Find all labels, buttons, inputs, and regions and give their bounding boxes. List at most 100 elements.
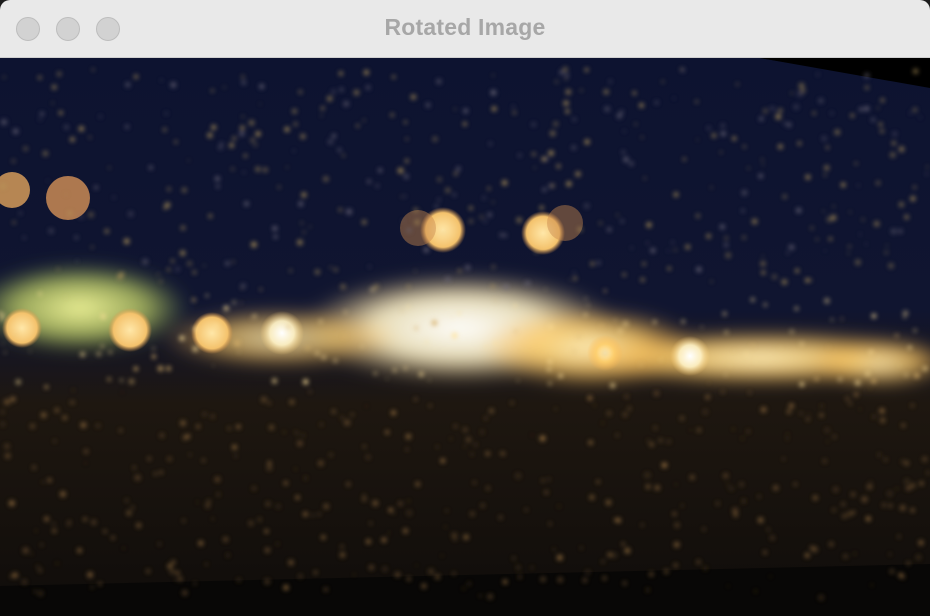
raindrop xyxy=(681,319,686,324)
raindrop xyxy=(888,263,894,269)
raindrop xyxy=(11,159,16,163)
raindrop xyxy=(125,125,129,129)
raindrop xyxy=(865,371,870,376)
raindrop xyxy=(22,547,29,554)
raindrop xyxy=(722,311,727,317)
raindrop xyxy=(603,289,607,293)
raindrop xyxy=(826,440,829,443)
raindrop xyxy=(671,241,674,244)
raindrop xyxy=(14,333,18,337)
raindrop xyxy=(205,563,208,566)
raindrop xyxy=(886,244,888,247)
raindrop xyxy=(170,259,175,263)
raindrop xyxy=(59,491,66,498)
raindrop xyxy=(83,449,89,454)
raindrop xyxy=(762,163,764,166)
raindrop xyxy=(602,576,607,581)
raindrop xyxy=(243,171,245,174)
raindrop xyxy=(518,575,522,579)
raindrop xyxy=(58,110,63,115)
raindrop xyxy=(818,98,824,104)
raindrop xyxy=(828,237,833,241)
raindrop xyxy=(401,219,405,222)
raindrop xyxy=(64,296,67,298)
raindrop xyxy=(794,306,799,311)
raindrop xyxy=(630,246,633,249)
raindrop xyxy=(798,82,805,89)
raindrop xyxy=(580,546,583,550)
raindrop xyxy=(809,279,813,282)
raindrop xyxy=(315,351,320,356)
raindrop xyxy=(604,106,610,112)
raindrop xyxy=(606,411,612,416)
raindrop xyxy=(198,540,204,546)
raindrop xyxy=(584,297,588,300)
raindrop xyxy=(610,382,616,389)
raindrop xyxy=(284,126,290,132)
raindrop xyxy=(654,100,659,105)
raindrop xyxy=(0,421,6,427)
raindrop xyxy=(794,483,797,486)
raindrop xyxy=(29,350,32,353)
raindrop xyxy=(250,317,253,320)
raindrop xyxy=(163,206,167,210)
raindrop xyxy=(338,71,344,76)
raindrop xyxy=(585,569,591,575)
raindrop xyxy=(410,94,417,100)
raindrop xyxy=(913,328,917,333)
raindrop xyxy=(808,412,811,415)
raindrop xyxy=(37,75,42,80)
raindrop xyxy=(855,259,861,266)
raindrop xyxy=(494,299,497,302)
raindrop xyxy=(878,355,880,358)
raindrop xyxy=(796,207,802,214)
raindrop xyxy=(639,103,644,108)
raindrop xyxy=(830,112,833,115)
raindrop xyxy=(401,309,404,312)
raindrop xyxy=(207,132,213,139)
raindrop xyxy=(41,480,45,484)
raindrop xyxy=(596,261,601,265)
raindrop xyxy=(489,408,494,414)
raindrop xyxy=(367,179,371,184)
raindrop xyxy=(705,394,710,400)
raindrop xyxy=(775,113,782,120)
raindrop xyxy=(773,485,779,491)
raindrop xyxy=(673,563,678,568)
raindrop xyxy=(584,68,589,72)
raindrop xyxy=(832,205,835,208)
raindrop xyxy=(809,546,814,550)
raindrop xyxy=(486,486,490,491)
raindrop xyxy=(365,85,371,90)
raindrop xyxy=(428,568,434,575)
raindrop xyxy=(771,274,777,280)
raindrop xyxy=(90,586,94,589)
title-bar[interactable]: Rotated Image xyxy=(0,0,930,58)
raindrop xyxy=(647,439,650,442)
raindrop xyxy=(162,127,167,132)
raindrop xyxy=(818,594,824,601)
raindrop xyxy=(406,305,410,309)
raindrop xyxy=(318,513,321,516)
raindrop xyxy=(271,378,278,384)
raindrop xyxy=(750,297,755,302)
raindrop xyxy=(645,588,650,592)
raindrop xyxy=(603,89,609,95)
raindrop xyxy=(599,324,604,329)
raindrop xyxy=(10,575,13,578)
raindrop xyxy=(733,350,735,352)
raindrop xyxy=(642,262,646,266)
raindrop xyxy=(703,566,708,571)
raindrop xyxy=(166,187,171,192)
raindrop xyxy=(1,343,4,345)
raindrop xyxy=(262,167,268,173)
raindrop xyxy=(906,561,910,565)
raindrop xyxy=(755,360,758,363)
raindrop xyxy=(854,379,861,386)
raindrop xyxy=(724,236,728,240)
raindrop xyxy=(782,194,787,199)
raindrop xyxy=(901,459,905,464)
raindrop xyxy=(880,417,886,423)
raindrop xyxy=(388,507,393,513)
raindrop xyxy=(196,424,200,429)
